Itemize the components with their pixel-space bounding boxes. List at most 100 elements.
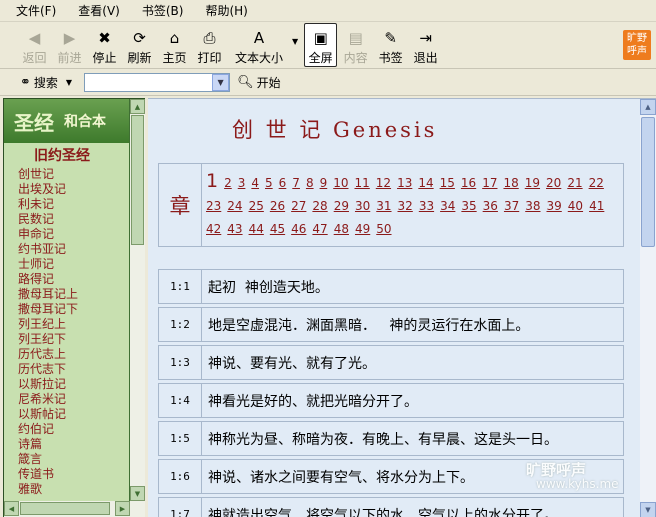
chapter-link[interactable]: 45: [270, 218, 285, 241]
chapter-link[interactable]: 44: [249, 218, 264, 241]
go-button[interactable]: 🔍︎ 开始: [237, 74, 281, 91]
book-link[interactable]: 历代志下: [18, 362, 129, 377]
chapter-link[interactable]: 31: [376, 195, 391, 218]
chapter-link[interactable]: 34: [440, 195, 455, 218]
chapter-link[interactable]: 21: [567, 172, 582, 195]
scroll-down-arrow[interactable]: ▼: [130, 486, 145, 501]
chapter-link[interactable]: 38: [525, 195, 540, 218]
toolbar-button[interactable]: A 文本大小: [228, 23, 290, 67]
chapter-link[interactable]: 7: [292, 172, 300, 195]
chapter-link[interactable]: 9: [320, 172, 328, 195]
toolbar-button[interactable]: ▤ 内容: [339, 23, 372, 67]
chapter-link[interactable]: 19: [525, 172, 540, 195]
chapter-link[interactable]: 5: [265, 172, 273, 195]
chapter-link[interactable]: 36: [483, 195, 498, 218]
chapter-link[interactable]: 25: [249, 195, 264, 218]
chapter-link[interactable]: 50: [376, 218, 391, 241]
scroll-up-arrow[interactable]: ▲: [640, 99, 656, 115]
chevron-down-icon[interactable]: ▼: [66, 78, 72, 87]
book-link[interactable]: 路得记: [18, 272, 129, 287]
scroll-thumb[interactable]: [20, 502, 110, 515]
sidebar-vertical-scrollbar[interactable]: ▲ ▼: [130, 99, 145, 501]
toolbar-button[interactable]: ⇥ 退出: [409, 23, 442, 67]
content-vertical-scrollbar[interactable]: ▲ ▼: [640, 99, 656, 517]
book-link[interactable]: 民数记: [18, 212, 129, 227]
book-link[interactable]: 尼希米记: [18, 392, 129, 407]
chapter-link[interactable]: 49: [355, 218, 370, 241]
book-link[interactable]: 历代志上: [18, 347, 129, 362]
book-link[interactable]: 以斯拉记: [18, 377, 129, 392]
chapter-link[interactable]: 3: [238, 172, 246, 195]
chapter-link[interactable]: 15: [440, 172, 455, 195]
chapter-link[interactable]: 20: [546, 172, 561, 195]
sidebar-horizontal-scrollbar[interactable]: ◀ ▶: [4, 501, 145, 517]
scroll-right-arrow[interactable]: ▶: [115, 501, 130, 516]
chapter-link[interactable]: 47: [312, 218, 327, 241]
book-link[interactable]: 列王纪下: [18, 332, 129, 347]
book-link[interactable]: 创世记: [18, 167, 129, 182]
book-link[interactable]: 列王纪上: [18, 317, 129, 332]
chapter-link[interactable]: 8: [306, 172, 314, 195]
toolbar-button[interactable]: ⎙ 打印: [193, 23, 226, 67]
menu-item[interactable]: 帮助(H): [205, 2, 247, 19]
chapter-link[interactable]: 16: [461, 172, 476, 195]
scroll-up-arrow[interactable]: ▲: [130, 99, 145, 114]
chapter-link[interactable]: 40: [568, 195, 583, 218]
chapter-link[interactable]: 27: [291, 195, 306, 218]
book-link[interactable]: 约伯记: [18, 422, 129, 437]
search-dropdown-button[interactable]: ▼: [212, 74, 230, 91]
menu-item[interactable]: 文件(F): [16, 2, 56, 19]
chapter-link[interactable]: 4: [251, 172, 259, 195]
scroll-thumb[interactable]: [131, 115, 144, 245]
chapter-link[interactable]: 6: [279, 172, 287, 195]
chapter-link[interactable]: 32: [398, 195, 413, 218]
toolbar-button[interactable]: ▶ 前进: [53, 23, 86, 67]
chapter-link[interactable]: 2: [224, 172, 232, 195]
book-link[interactable]: 撒母耳记上: [18, 287, 129, 302]
chapter-link[interactable]: 37: [504, 195, 519, 218]
search-button[interactable]: ⚭ 搜索 ▼: [20, 74, 72, 91]
chapter-link[interactable]: 46: [291, 218, 306, 241]
chapter-link[interactable]: 30: [355, 195, 370, 218]
scroll-down-arrow[interactable]: ▼: [640, 502, 656, 517]
book-link[interactable]: 诗篇: [18, 437, 129, 452]
toolbar-button[interactable]: ▣ 全屏: [304, 23, 338, 67]
chapter-link[interactable]: 1: [206, 170, 218, 193]
book-link[interactable]: 撒母耳记下: [18, 302, 129, 317]
chapter-link[interactable]: 43: [227, 218, 242, 241]
chapter-link[interactable]: 28: [312, 195, 327, 218]
chapter-link[interactable]: 39: [547, 195, 562, 218]
chapter-link[interactable]: 13: [397, 172, 412, 195]
chapter-link[interactable]: 26: [270, 195, 285, 218]
chapter-link[interactable]: 29: [334, 195, 349, 218]
chapter-link[interactable]: 14: [418, 172, 433, 195]
toolbar-button[interactable]: ✎ 书签: [374, 23, 407, 67]
toolbar-button[interactable]: ✖ 停止: [88, 23, 121, 67]
chapter-link[interactable]: 11: [355, 172, 370, 195]
chapter-link[interactable]: 35: [461, 195, 476, 218]
menu-item[interactable]: 查看(V): [78, 2, 120, 19]
menu-item[interactable]: 书签(B): [142, 2, 184, 19]
chapter-link[interactable]: 33: [419, 195, 434, 218]
book-link[interactable]: 出埃及记: [18, 182, 129, 197]
chevron-down-icon[interactable]: ▼: [292, 37, 298, 46]
book-link[interactable]: 利未记: [18, 197, 129, 212]
chapter-link[interactable]: 23: [206, 195, 221, 218]
scroll-thumb[interactable]: [641, 117, 655, 247]
book-link[interactable]: 约书亚记: [18, 242, 129, 257]
toolbar-button[interactable]: ⌂ 主页: [158, 23, 191, 67]
toolbar-button[interactable]: ◀ 返回: [18, 23, 51, 67]
chapter-link[interactable]: 17: [482, 172, 497, 195]
search-input[interactable]: [84, 73, 231, 92]
book-link[interactable]: 士师记: [18, 257, 129, 272]
scroll-left-arrow[interactable]: ◀: [4, 501, 19, 516]
book-link[interactable]: 以斯帖记: [18, 407, 129, 422]
chapter-link[interactable]: 18: [503, 172, 518, 195]
chapter-link[interactable]: 12: [376, 172, 391, 195]
chapter-link[interactable]: 24: [227, 195, 242, 218]
chapter-link[interactable]: 10: [333, 172, 348, 195]
chapter-link[interactable]: 22: [589, 172, 604, 195]
chapter-link[interactable]: 48: [334, 218, 349, 241]
book-link[interactable]: 传道书: [18, 467, 129, 482]
chapter-link[interactable]: 41: [589, 195, 604, 218]
